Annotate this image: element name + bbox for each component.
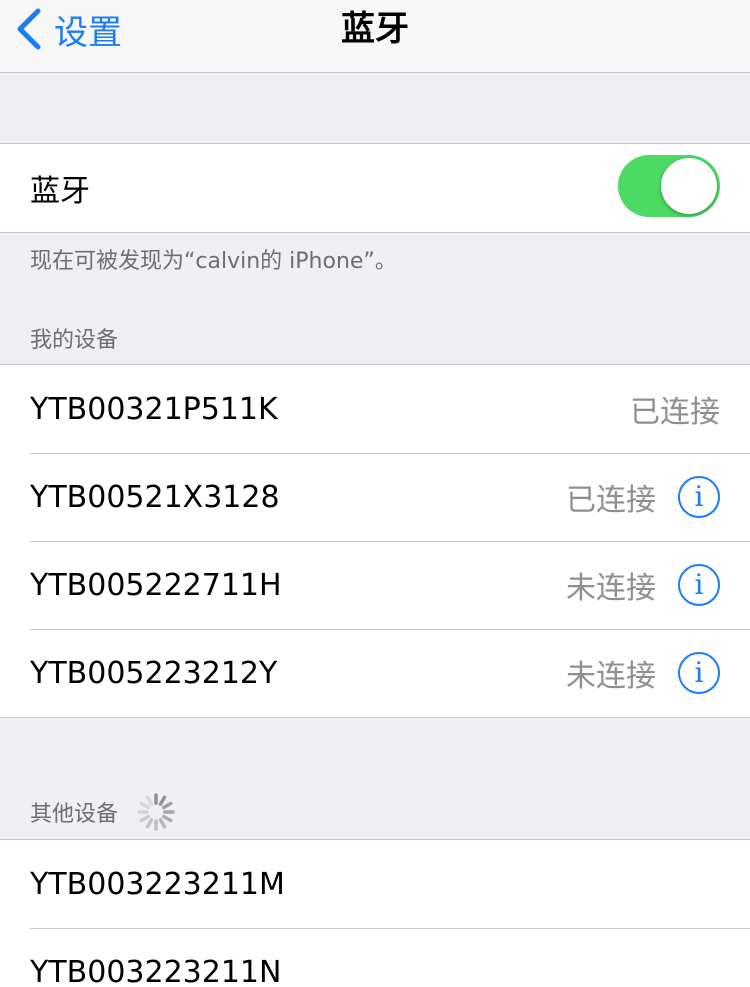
bluetooth-toggle[interactable] — [618, 155, 720, 217]
list-item[interactable]: YTB00521X3128 已连接 i — [0, 453, 750, 541]
list-item[interactable]: YTB005223212Y 未连接 i — [0, 629, 750, 717]
navigation-bar: 设置 蓝牙 — [0, 0, 750, 73]
device-name: YTB00321P511K — [30, 391, 278, 427]
other-devices-list: YTB003223211M YTB003223211N — [0, 839, 750, 987]
list-item[interactable]: YTB00321P511K 已连接 — [0, 365, 750, 453]
other-devices-header-label: 其他设备 — [30, 802, 119, 827]
connection-status: 已连接 — [566, 483, 656, 518]
info-icon: i — [694, 568, 704, 601]
other-devices-header: 其他设备 — [30, 792, 176, 832]
loading-spinner-icon — [137, 793, 175, 831]
discoverable-footnote: 现在可被发现为“calvin的 iPhone”。 — [30, 249, 397, 274]
device-name: YTB003223211M — [30, 866, 285, 902]
list-item[interactable]: YTB003223211N — [0, 928, 750, 987]
info-icon: i — [694, 656, 704, 689]
toggle-knob — [661, 158, 717, 214]
list-item[interactable]: YTB005222711H 未连接 i — [0, 541, 750, 629]
device-name: YTB005222711H — [30, 567, 282, 603]
bluetooth-settings-page: 设置 蓝牙 蓝牙 现在可被发现为“calvin的 iPhone”。 我的设备 Y… — [0, 0, 750, 987]
list-item[interactable]: YTB003223211M — [0, 840, 750, 928]
info-icon: i — [694, 480, 704, 513]
info-button[interactable]: i — [678, 652, 720, 694]
my-devices-header: 我的设备 — [30, 322, 118, 354]
info-button[interactable]: i — [678, 476, 720, 518]
my-devices-list: YTB00321P511K 已连接 YTB00521X3128 已连接 i YT… — [0, 364, 750, 718]
device-name: YTB005223212Y — [30, 655, 278, 691]
connection-status: 已连接 — [630, 395, 720, 430]
connection-status: 未连接 — [566, 571, 656, 606]
bluetooth-toggle-row: 蓝牙 — [0, 144, 750, 232]
device-name: YTB003223211N — [30, 954, 282, 987]
info-button[interactable]: i — [678, 564, 720, 606]
bluetooth-label: 蓝牙 — [30, 174, 90, 209]
bluetooth-toggle-group: 蓝牙 — [0, 143, 750, 233]
device-name: YTB00521X3128 — [30, 479, 280, 515]
page-title: 蓝牙 — [341, 9, 409, 49]
connection-status: 未连接 — [566, 659, 656, 694]
my-devices-header-label: 我的设备 — [30, 328, 119, 353]
